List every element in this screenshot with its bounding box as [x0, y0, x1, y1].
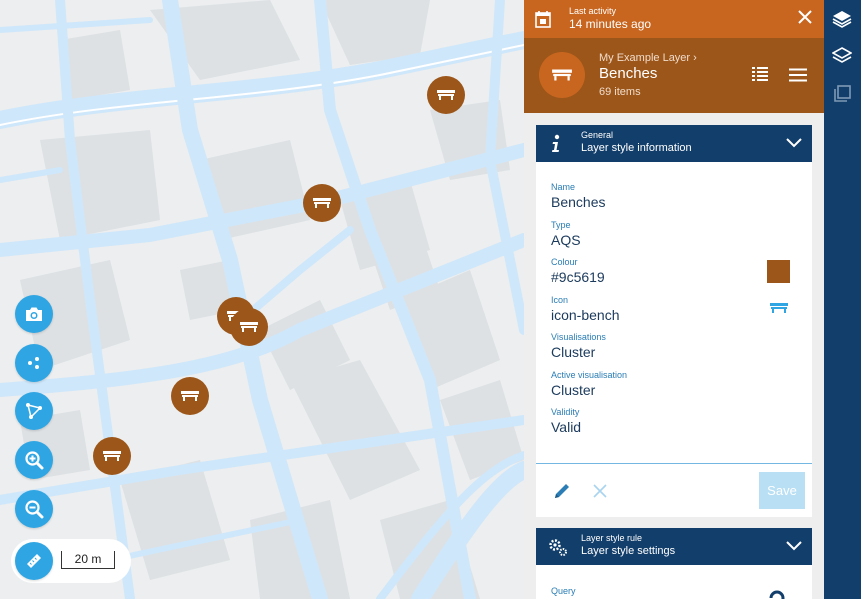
- chevron-down-icon: [786, 138, 802, 148]
- field-label: Visualisations: [551, 332, 606, 342]
- field-value: icon-bench: [551, 307, 620, 323]
- camera-icon: [26, 307, 42, 321]
- field-query: Query: [551, 586, 576, 596]
- general-card-title: Layer style information: [581, 142, 692, 154]
- bench-marker[interactable]: [303, 184, 341, 222]
- field-value: AQS: [551, 232, 581, 248]
- field-active-visualisation: Active visualisation Cluster: [551, 370, 627, 398]
- rule-card-kicker: Layer style rule: [581, 533, 643, 543]
- hamburger-menu-icon[interactable]: [788, 68, 808, 82]
- layers-outline-icon[interactable]: [832, 47, 852, 65]
- field-icon: Icon icon-bench: [551, 295, 620, 323]
- close-icon[interactable]: [798, 10, 812, 24]
- bench-marker[interactable]: [230, 308, 268, 346]
- field-label: Type: [551, 220, 571, 230]
- field-validity: Validity Valid: [551, 407, 581, 435]
- activity-bar: Last activity 14 minutes ago: [524, 0, 824, 38]
- bench-marker[interactable]: [427, 76, 465, 114]
- pencil-icon[interactable]: [552, 481, 572, 501]
- activity-time: 14 minutes ago: [569, 17, 652, 31]
- spinner-icon: [769, 590, 785, 599]
- bench-icon: [313, 198, 331, 208]
- table-icon[interactable]: [751, 66, 769, 84]
- zoom-in-button[interactable]: [15, 441, 53, 479]
- activity-label: Last activity: [569, 6, 617, 16]
- screenshot-button[interactable]: [15, 295, 53, 333]
- chevron-down-icon: [786, 541, 802, 551]
- field-value: Cluster: [551, 344, 596, 360]
- general-card-header[interactable]: General Layer style information: [536, 125, 812, 162]
- rule-card-header[interactable]: Layer style rule Layer style settings: [536, 528, 812, 565]
- layer-name: Benches: [599, 65, 658, 82]
- item-count: 69 items: [599, 86, 641, 98]
- field-label: Colour: [551, 257, 578, 267]
- layers-icon[interactable]: [832, 10, 852, 28]
- bench-marker[interactable]: [171, 377, 209, 415]
- draw-polygon-icon: [26, 403, 42, 419]
- bench-icon: [181, 391, 199, 401]
- save-button[interactable]: Save: [759, 472, 805, 509]
- rule-card-title: Layer style settings: [581, 545, 676, 557]
- layer-header: My Example Layer › Benches 69 items: [524, 38, 824, 113]
- field-value: Benches: [551, 194, 606, 210]
- field-label: Validity: [551, 407, 580, 417]
- general-card: General Layer style information Name Ben…: [536, 125, 812, 517]
- ruler-icon: [27, 554, 41, 568]
- bench-marker[interactable]: [93, 437, 131, 475]
- field-colour: Colour #9c5619: [551, 257, 605, 285]
- rule-card: Layer style rule Layer style settings Qu…: [536, 528, 812, 599]
- field-type: Type AQS: [551, 220, 581, 248]
- field-label: Icon: [551, 295, 569, 305]
- bench-icon: [103, 451, 121, 461]
- draw-button[interactable]: [15, 392, 53, 430]
- calendar-icon: [535, 11, 551, 28]
- zoom-in-icon: [25, 451, 44, 470]
- breadcrumb-layer[interactable]: My Example Layer: [599, 52, 690, 64]
- field-label: Query: [551, 586, 576, 596]
- zoom-out-button[interactable]: [15, 490, 53, 528]
- layer-icon: [539, 52, 585, 98]
- bench-icon: [770, 303, 788, 313]
- measure-button[interactable]: [15, 542, 53, 580]
- field-value: #9c5619: [551, 269, 605, 285]
- scale-control: 20 m: [11, 539, 131, 583]
- general-card-kicker: General: [581, 130, 614, 140]
- breadcrumb[interactable]: My Example Layer ›: [599, 52, 697, 64]
- chevron-right-icon: ›: [690, 52, 697, 64]
- x-icon[interactable]: [593, 484, 607, 498]
- field-label: Name: [551, 182, 576, 192]
- field-name: Name Benches: [551, 182, 605, 210]
- layer-panel: Last activity 14 minutes ago My Example …: [524, 0, 824, 599]
- field-visualisations: Visualisations Cluster: [551, 332, 606, 360]
- colour-swatch: [767, 260, 790, 283]
- card-actions: Save: [536, 463, 812, 518]
- zoom-out-icon: [25, 500, 44, 519]
- share-icon: [28, 357, 39, 369]
- gallery-icon[interactable]: [832, 84, 852, 104]
- scale-bar: 20 m: [61, 551, 115, 569]
- bench-icon: [240, 322, 258, 332]
- right-rail: [824, 0, 861, 599]
- field-label: Active visualisation: [551, 370, 628, 380]
- field-value: Valid: [551, 419, 582, 435]
- gears-icon: [549, 539, 567, 556]
- share-button[interactable]: [15, 344, 53, 382]
- info-icon: [552, 134, 560, 152]
- bench-icon: [437, 90, 455, 100]
- map-view[interactable]: 20 m: [0, 0, 524, 599]
- bench-icon: [552, 69, 572, 81]
- field-value: Cluster: [551, 382, 596, 398]
